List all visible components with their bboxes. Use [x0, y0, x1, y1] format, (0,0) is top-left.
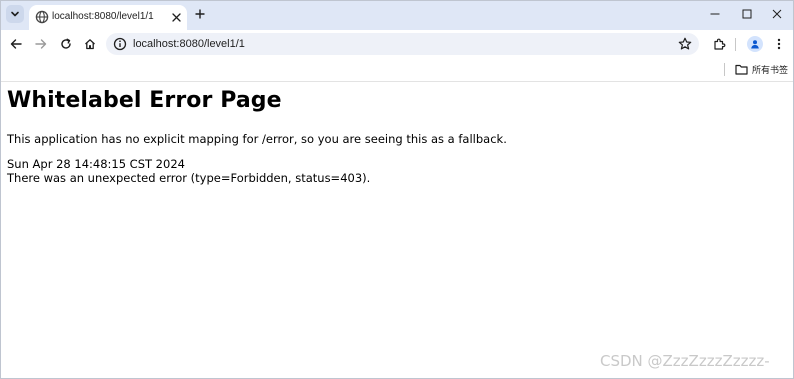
- minimize-icon: [710, 13, 720, 15]
- tab-strip: localhost:8080/level1/1: [1, 1, 793, 30]
- page-content: Whitelabel Error Page This application h…: [1, 82, 793, 378]
- page-title: Whitelabel Error Page: [7, 88, 282, 113]
- tab-search-button[interactable]: [6, 5, 24, 23]
- reload-icon: [61, 38, 71, 49]
- globe-icon: [35, 10, 49, 24]
- tab-title: localhost:8080/level1/1: [52, 11, 154, 22]
- close-icon: [171, 12, 181, 22]
- new-tab-button[interactable]: [192, 6, 208, 22]
- error-detail: There was an unexpected error (type=Forb…: [7, 171, 371, 185]
- all-bookmarks-button[interactable]: 所有书签: [735, 62, 788, 77]
- all-bookmarks-label: 所有书签: [752, 65, 789, 75]
- plus-icon: [195, 9, 205, 19]
- home-icon: [85, 39, 95, 50]
- extensions-button[interactable]: [710, 35, 728, 53]
- reload-button[interactable]: [57, 35, 75, 53]
- star-icon[interactable]: [678, 37, 692, 51]
- maximize-icon: [742, 9, 752, 19]
- back-button[interactable]: [7, 35, 25, 53]
- bookmarks-bar: 所有书签: [1, 58, 793, 82]
- close-window-button[interactable]: [762, 3, 792, 25]
- tab-close-button[interactable]: [169, 10, 183, 24]
- home-button[interactable]: [81, 35, 99, 53]
- chevron-down-icon: [11, 11, 19, 17]
- error-message: This application has no explicit mapping…: [7, 132, 507, 146]
- arrow-right-icon: [35, 39, 47, 49]
- csdn-watermark: CSDN @ZzzZzzzZzzzz-: [600, 352, 770, 370]
- more-vertical-icon: [777, 38, 781, 50]
- folder-icon: [735, 64, 748, 75]
- tab-active[interactable]: localhost:8080/level1/1: [29, 5, 187, 30]
- person-icon: [751, 40, 759, 49]
- error-timestamp: Sun Apr 28 14:48:15 CST 2024: [7, 157, 185, 171]
- address-url[interactable]: localhost:8080/level1/1: [133, 38, 245, 50]
- close-icon: [772, 9, 782, 19]
- address-bar[interactable]: localhost:8080/level1/1: [106, 33, 699, 55]
- bookmarks-divider: [724, 63, 725, 76]
- minimize-button[interactable]: [700, 3, 730, 25]
- forward-button[interactable]: [32, 35, 50, 53]
- arrow-left-icon: [10, 39, 22, 49]
- puzzle-icon: [713, 38, 725, 50]
- toolbar: localhost:8080/level1/1: [1, 30, 793, 58]
- browser-window: localhost:8080/level1/1 localhost:8080/l…: [0, 0, 794, 379]
- maximize-button[interactable]: [732, 3, 762, 25]
- info-icon[interactable]: [113, 37, 127, 51]
- profile-button[interactable]: [747, 36, 763, 52]
- menu-button[interactable]: [770, 35, 788, 53]
- toolbar-divider: [735, 38, 736, 51]
